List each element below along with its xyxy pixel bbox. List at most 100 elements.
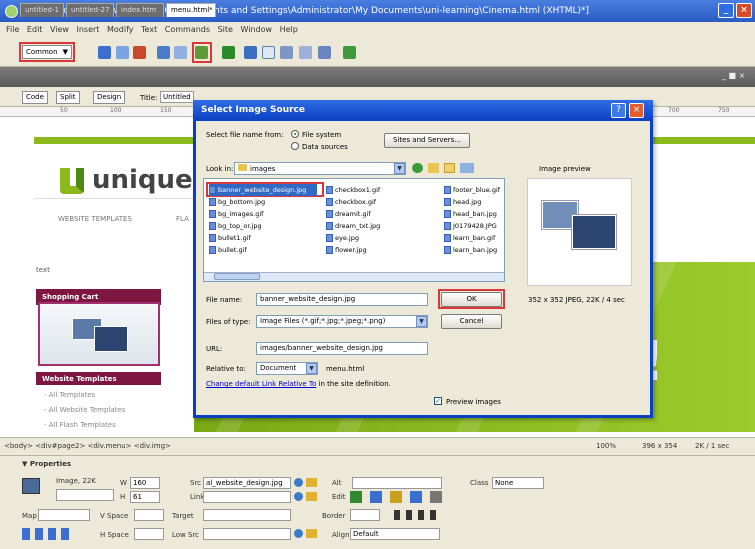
width-input[interactable]: 160 <box>130 477 160 489</box>
cancel-button[interactable]: Cancel <box>441 314 502 329</box>
sidebar-item[interactable]: - All Website Templates <box>44 406 125 414</box>
list-item[interactable]: head.jpg <box>444 196 504 208</box>
target-label: Target <box>172 512 194 520</box>
new-folder-icon[interactable] <box>444 163 455 173</box>
look-in-select[interactable]: images <box>234 162 406 175</box>
image-name-input[interactable] <box>56 489 114 501</box>
list-item[interactable]: eye.jpg <box>326 232 418 244</box>
media-icon[interactable] <box>222 46 235 59</box>
window-size[interactable]: 396 x 354 <box>642 442 677 450</box>
tab-untitled-27[interactable]: untitled-27 <box>66 3 114 17</box>
files-of-type-select[interactable]: Image Files (*.gif;*.jpg;*.jpeg;*.png) <box>256 315 428 328</box>
chevron-down-icon[interactable]: ▼ <box>306 363 317 374</box>
email-link-icon[interactable] <box>116 46 129 59</box>
list-item[interactable]: bullet1.gif <box>209 232 317 244</box>
link-input[interactable] <box>203 491 291 503</box>
sites-and-servers-button[interactable]: Sites and Servers... <box>384 133 470 148</box>
dialog-close-button[interactable]: × <box>629 103 644 118</box>
lowsrc-input[interactable] <box>203 528 291 540</box>
url-input[interactable]: images/banner_website_design.jpg <box>256 342 428 355</box>
hspace-input[interactable] <box>134 528 164 540</box>
map-input[interactable] <box>38 509 90 521</box>
tag-selector[interactable]: <body> <div#page2> <div.menu> <div.img> <box>4 442 171 450</box>
tag-chooser-icon[interactable] <box>299 46 312 59</box>
tab-untitled-1[interactable]: untitled-1 <box>20 3 64 17</box>
doc-title-input[interactable]: Untitled Document <box>160 91 194 103</box>
hyperlink-icon[interactable] <box>98 46 111 59</box>
chevron-down-icon[interactable]: ▼ <box>416 316 427 327</box>
tab-menu[interactable]: menu.html* <box>166 3 216 17</box>
image-icon[interactable] <box>195 46 208 59</box>
design-view-button[interactable]: Design <box>93 91 126 104</box>
view-menu-icon[interactable] <box>460 163 474 173</box>
back-icon[interactable] <box>412 163 423 173</box>
scrollbar-thumb[interactable] <box>214 273 260 280</box>
document-window-controls[interactable]: _ ■ × <box>722 71 745 80</box>
list-item[interactable]: bg_top_or.jpg <box>209 220 317 232</box>
flash-icon[interactable] <box>343 46 356 59</box>
list-item[interactable]: J0179428.JPG <box>444 220 504 232</box>
align-select[interactable]: Default <box>350 528 440 540</box>
list-item[interactable]: bullet.gif <box>209 244 317 256</box>
named-anchor-icon[interactable] <box>133 46 146 59</box>
file-system-radio[interactable] <box>291 130 299 138</box>
point-to-lowsrc-icon[interactable] <box>294 529 303 538</box>
alt-input[interactable] <box>352 477 442 489</box>
list-item[interactable]: learn_ban.jpg <box>444 244 504 256</box>
help-button[interactable]: ? <box>611 103 626 118</box>
split-view-button[interactable]: Split <box>56 91 80 104</box>
tab-index[interactable]: index.htm <box>116 3 164 17</box>
list-item[interactable]: dreamit.gif <box>326 208 418 220</box>
minimize-button[interactable]: _ <box>718 3 734 18</box>
browse-folder-icon[interactable] <box>306 478 317 487</box>
ok-button[interactable]: OK <box>441 292 502 307</box>
date-icon[interactable] <box>244 46 257 59</box>
nav-link-website-templates[interactable]: WEBSITE TEMPLATES <box>58 215 132 223</box>
close-window-button[interactable]: × <box>736 3 752 18</box>
list-item[interactable]: bg_images.gif <box>209 208 317 220</box>
list-item[interactable]: learn_ban.gif <box>444 232 504 244</box>
border-input[interactable] <box>350 509 380 521</box>
snippet-icon[interactable] <box>318 46 331 59</box>
height-input[interactable]: 61 <box>130 491 160 503</box>
sidebar-item[interactable]: - All Flash Templates <box>44 421 116 429</box>
selected-image[interactable] <box>38 302 160 366</box>
templates-icon[interactable] <box>280 46 293 59</box>
list-item[interactable]: bg_bottom.jpg <box>209 196 317 208</box>
change-default-link[interactable]: Change default Link Relative To <box>206 380 316 388</box>
image-edit-icons[interactable] <box>350 491 450 503</box>
point-to-file-icon[interactable] <box>294 478 303 487</box>
list-item[interactable]: checkbox1.gif <box>326 184 418 196</box>
browse-link-icon[interactable] <box>306 492 317 501</box>
nav-link-flash[interactable]: FLA <box>176 215 189 223</box>
class-select[interactable]: None <box>492 477 544 489</box>
list-item[interactable]: head_ban.jpg <box>444 208 504 220</box>
data-sources-radio[interactable] <box>291 142 299 150</box>
browse-lowsrc-icon[interactable] <box>306 529 317 538</box>
vspace-input[interactable] <box>134 509 164 521</box>
src-input[interactable]: al_website_design.jpg <box>203 477 291 489</box>
list-item[interactable]: banner_website_design.jpg <box>209 184 317 196</box>
hotspot-tools-icon[interactable] <box>22 528 74 540</box>
target-select[interactable] <box>203 509 291 521</box>
file-name-input[interactable]: banner_website_design.jpg <box>256 293 428 306</box>
zoom-level[interactable]: 100% <box>596 442 616 450</box>
comment-icon[interactable] <box>262 46 275 59</box>
list-item[interactable]: flower.jpg <box>326 244 418 256</box>
point-to-link-icon[interactable] <box>294 492 303 501</box>
table-icon[interactable] <box>157 46 170 59</box>
div-icon[interactable] <box>174 46 187 59</box>
list-item[interactable]: checkbox.gif <box>326 196 418 208</box>
file-list[interactable]: banner_website_design.jpg bg_bottom.jpg … <box>203 178 505 282</box>
code-view-button[interactable]: Code <box>22 91 48 104</box>
menu-bar[interactable]: File Edit View Insert Modify Text Comman… <box>0 22 755 37</box>
list-item[interactable]: footer_blue.gif <box>444 184 504 196</box>
sidebar-item[interactable]: - All Templates <box>44 391 95 399</box>
up-folder-icon[interactable] <box>428 163 439 173</box>
align-buttons-icon[interactable] <box>394 510 442 520</box>
list-item[interactable]: dream_txt.jpg <box>326 220 418 232</box>
properties-title[interactable]: ▼ Properties <box>22 460 71 468</box>
category-dropdown[interactable]: Common ▼ <box>22 45 72 59</box>
preview-images-checkbox[interactable]: ✓ <box>434 397 442 405</box>
chevron-down-icon[interactable]: ▼ <box>394 163 405 174</box>
